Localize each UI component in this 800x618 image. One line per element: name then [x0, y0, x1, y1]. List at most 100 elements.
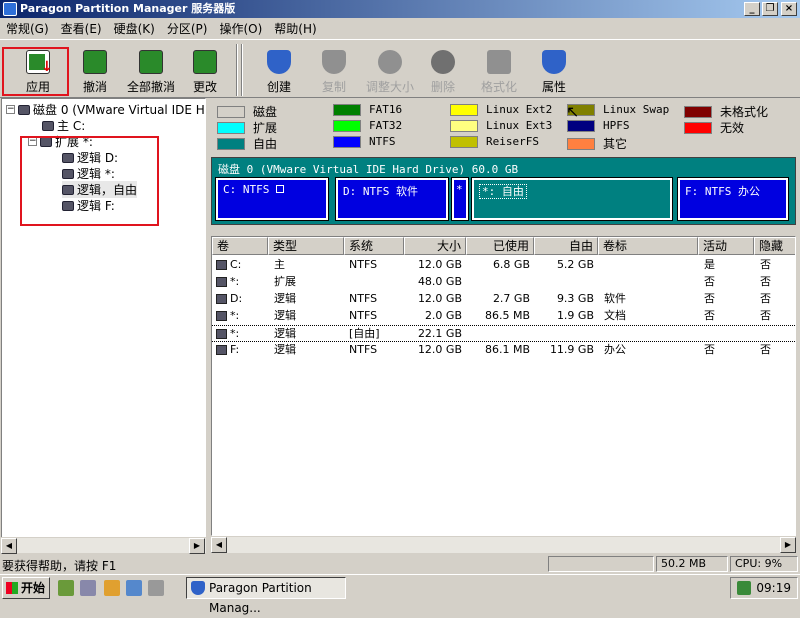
column-header-label[interactable]: 卷标 — [598, 237, 698, 255]
taskbar-window-button[interactable]: Paragon Partition Manag... — [186, 577, 346, 615]
taskbar: 开始 Paragon Partition Manag... 09:19 — [0, 574, 800, 615]
format-button[interactable]: 格式化 — [470, 46, 528, 96]
partition-icon — [40, 136, 52, 147]
scroll-left-icon[interactable]: ◀ — [211, 537, 227, 553]
restore-button[interactable]: ❐ — [762, 2, 778, 16]
menu-operation[interactable]: 操作(O) — [213, 20, 268, 37]
tree-item-logical-f[interactable]: 逻辑 F: — [62, 197, 115, 214]
partition-block-c[interactable]: C: NTFS — [215, 177, 329, 221]
menu-general[interactable]: 常规(G) — [0, 20, 55, 37]
tree-label: 逻辑 D: — [77, 151, 119, 165]
disk-icon — [18, 104, 30, 115]
cell-fs: NTFS — [349, 309, 378, 322]
close-button[interactable]: × — [781, 2, 797, 16]
tree-label: 磁盘 0 (VMware Virtual IDE Hard — [33, 103, 206, 117]
undo-button[interactable]: 撤消 — [66, 46, 124, 96]
cell-active: 否 — [704, 309, 715, 322]
cell-hidden: 否 — [760, 343, 771, 356]
disk-tree-panel: − 磁盘 0 (VMware Virtual IDE Hard 主 C: − 扩… — [1, 98, 206, 553]
table-row[interactable]: *: 扩展 48.0 GB 否 否 — [212, 274, 795, 291]
column-header-type[interactable]: 类型 — [268, 237, 344, 255]
table-horizontal-scrollbar[interactable]: ◀ ▶ — [211, 537, 796, 553]
copy-icon — [322, 50, 346, 74]
tree-item-logical-star[interactable]: 逻辑 *: — [62, 165, 115, 182]
column-header-free[interactable]: 自由 — [534, 237, 598, 255]
changes-button[interactable]: 更改 — [176, 46, 234, 96]
cell-size: 12.0 GB — [417, 343, 462, 356]
table-row[interactable]: *: 逻辑 NTFS 2.0 GB 86.5 MB 1.9 GB 文档 否 否 — [212, 308, 795, 325]
scroll-left-icon[interactable]: ◀ — [1, 538, 17, 554]
table-row[interactable]: C: 主 NTFS 12.0 GB 6.8 GB 5.2 GB 是 否 — [212, 257, 795, 274]
partition-icon — [42, 120, 54, 131]
menu-help[interactable]: 帮助(H) — [268, 20, 322, 37]
partition-block-d[interactable]: D: NTFS 软件 — [335, 177, 449, 221]
partition-icon — [216, 311, 227, 321]
cell-hidden: 否 — [760, 292, 771, 305]
table-row[interactable]: D: 逻辑 NTFS 12.0 GB 2.7 GB 9.3 GB 软件 否 否 — [212, 291, 795, 308]
tree-item-extended[interactable]: − 扩展 *: — [28, 133, 93, 150]
column-header-filesystem[interactable]: 系统 — [344, 237, 404, 255]
menu-disk[interactable]: 硬盘(K) — [108, 20, 161, 37]
column-header-volume[interactable]: 卷 — [212, 237, 268, 255]
app-icon — [3, 2, 17, 16]
tree-item-primary-c[interactable]: 主 C: — [42, 117, 85, 134]
quicklaunch-icon-4[interactable] — [126, 580, 142, 596]
legend-linux-ext3: Linux Ext3 — [450, 119, 552, 132]
table-row[interactable]: F: 逻辑 NTFS 12.0 GB 86.1 MB 11.9 GB 办公 否 否 — [212, 342, 795, 359]
cell-label: 办公 — [604, 343, 626, 356]
legend-free: 自由 — [217, 135, 277, 152]
tree-label: 逻辑 F: — [77, 199, 115, 213]
quicklaunch-icon-1[interactable] — [58, 580, 74, 596]
properties-button[interactable]: 属性 — [525, 46, 583, 96]
cell-used: 2.7 GB — [492, 292, 530, 305]
cell-active: 否 — [704, 275, 715, 288]
column-header-used[interactable]: 已使用 — [466, 237, 534, 255]
scroll-right-icon[interactable]: ▶ — [189, 538, 205, 554]
quicklaunch-icon-2[interactable] — [80, 580, 96, 596]
delete-button[interactable]: 删除 — [414, 46, 472, 96]
copy-button[interactable]: 复制 — [305, 46, 363, 96]
collapse-icon[interactable]: − — [6, 105, 15, 114]
column-header-hidden[interactable]: 隐藏 — [754, 237, 795, 255]
status-cpu: CPU: 9% — [730, 556, 798, 572]
cell-type: 逻辑 — [274, 327, 296, 340]
tree-item-logical-free[interactable]: 逻辑，自由 — [62, 181, 138, 198]
partition-icon — [62, 184, 74, 195]
tree-horizontal-scrollbar[interactable]: ◀ ▶ — [1, 537, 206, 554]
column-header-size[interactable]: 大小 — [404, 237, 466, 255]
start-button[interactable]: 开始 — [2, 577, 50, 599]
partition-block-free[interactable]: *: 自由 — [471, 177, 673, 221]
cell-type: 逻辑 — [274, 309, 296, 322]
apply-button[interactable]: ↓ 应用 — [9, 46, 67, 96]
minimize-button[interactable]: _ — [744, 2, 760, 16]
partition-icon — [216, 294, 227, 304]
menu-view[interactable]: 查看(E) — [55, 20, 108, 37]
scroll-right-icon[interactable]: ▶ — [780, 537, 796, 553]
cell-vol: *: — [216, 326, 268, 342]
cell-free: 9.3 GB — [556, 292, 594, 305]
tree-item-disk0[interactable]: − 磁盘 0 (VMware Virtual IDE Hard — [6, 101, 206, 118]
undo-label: 撤消 — [82, 80, 107, 94]
tree-item-logical-d[interactable]: 逻辑 D: — [62, 149, 118, 166]
menu-partition[interactable]: 分区(P) — [161, 20, 214, 37]
quicklaunch-icon-3[interactable] — [104, 580, 120, 596]
cell-hidden: 否 — [760, 275, 771, 288]
undo-all-button[interactable]: 全部撤消 — [120, 46, 182, 96]
partition-block-star[interactable]: * — [451, 177, 469, 221]
network-tray-icon[interactable] — [737, 581, 751, 595]
table-row[interactable]: *: 逻辑 [自由] 22.1 GB — [212, 325, 795, 342]
resize-button[interactable]: 调整大小 — [358, 46, 422, 96]
column-header-active[interactable]: 活动 — [698, 237, 754, 255]
tree-label: 扩展 *: — [55, 135, 93, 149]
quicklaunch-icon-5[interactable] — [148, 580, 164, 596]
partition-icon — [62, 152, 74, 163]
create-button[interactable]: 创建 — [250, 46, 308, 96]
copy-label: 复制 — [321, 80, 346, 94]
cell-size: 12.0 GB — [417, 258, 462, 271]
cell-vol: C: — [216, 257, 268, 273]
partition-block-f[interactable]: F: NTFS 办公 — [677, 177, 789, 221]
cell-free: 11.9 GB — [549, 343, 594, 356]
undo-all-label: 全部撤消 — [126, 80, 175, 94]
collapse-icon[interactable]: − — [28, 137, 37, 146]
partition-icon — [62, 168, 74, 179]
